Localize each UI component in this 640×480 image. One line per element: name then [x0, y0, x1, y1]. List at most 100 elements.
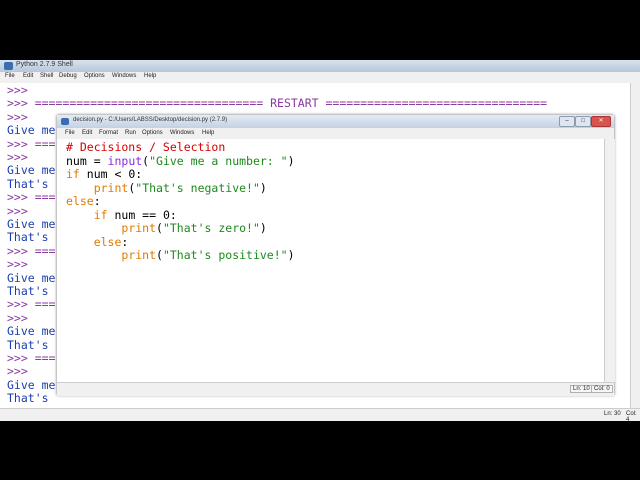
shell-status-line: Ln: 30 [604, 411, 621, 417]
shell-text: >>> === [7, 243, 56, 258]
shell-line: >>> [7, 258, 28, 271]
shell-menu-edit[interactable]: Edit [23, 73, 33, 79]
shell-menu-file[interactable]: File [5, 73, 15, 79]
shell-menu-windows[interactable]: Windows [112, 73, 136, 79]
shell-text: >>> === [7, 297, 56, 312]
shell-line: >>> [7, 203, 28, 218]
shell-text: ================================= RESTAR… [34, 96, 548, 111]
shell-line: Give me [7, 124, 55, 137]
editor-menu-windows[interactable]: Windows [170, 130, 194, 136]
shell-menu-help[interactable]: Help [144, 73, 156, 79]
shell-text: Give me [7, 270, 56, 285]
shell-text: >>> [7, 109, 28, 124]
shell-text: >>> [7, 96, 35, 111]
shell-status-bar: Ln: 30 Col: 4 [0, 408, 640, 423]
shell-line: >>> === [7, 191, 55, 204]
shell-text: Give me [7, 377, 56, 392]
code-line: print("That's positive!") [66, 248, 295, 262]
close-button[interactable]: ✕ [591, 116, 611, 127]
shell-title: Python 2.7.9 Shell [16, 61, 73, 68]
code-token: print [121, 221, 157, 235]
code-token: ) [259, 180, 267, 195]
shell-line: Give me [7, 270, 56, 285]
code-token: num < 0: [79, 167, 143, 181]
maximize-button[interactable]: □ [575, 116, 591, 127]
editor-menu-options[interactable]: Options [142, 130, 163, 136]
code-token: ) [287, 248, 295, 262]
shell-line: >>> [7, 310, 28, 325]
shell-text: That's [7, 284, 49, 298]
python-shell-icon [4, 62, 13, 70]
editor-status-col: Col: 0 [591, 385, 613, 393]
editor-title-bar[interactable]: decision.py - C:/Users/LABSS/Desktop/dec… [57, 115, 614, 128]
shell-line: Give me [7, 164, 55, 177]
minimize-button[interactable]: – [559, 116, 575, 127]
code-token: "Give me a number: " [149, 153, 288, 168]
code-token: : [93, 194, 101, 208]
shell-line: >>> [7, 109, 28, 124]
shell-menu-shell[interactable]: Shell [40, 73, 53, 79]
shell-line: >>> [7, 365, 28, 378]
code-line: if num < 0: [66, 168, 142, 181]
shell-text: >>> === [7, 136, 56, 151]
code-token: ) [259, 221, 267, 235]
editor-scrollbar[interactable] [604, 139, 615, 382]
shell-line: >>> === [7, 298, 55, 311]
code-line: # Decisions / Selection [66, 141, 225, 154]
shell-line: Give me [7, 377, 56, 392]
shell-text: Give me [7, 217, 56, 231]
code-token: num = [66, 153, 108, 168]
editor-window: decision.py - C:/Users/LABSS/Desktop/dec… [57, 115, 615, 396]
editor-menu-run[interactable]: Run [125, 130, 136, 136]
shell-menu-options[interactable]: Options [84, 73, 105, 79]
code-token: # Decisions / Selection [66, 140, 226, 154]
shell-line: >>> === [7, 243, 56, 258]
code-token: "That's positive!" [162, 248, 288, 262]
code-token: if [66, 167, 80, 181]
shell-text: >>> [7, 310, 28, 325]
code-token: num == 0: [107, 207, 177, 222]
shell-scrollbar[interactable] [630, 83, 640, 408]
code-token: "That's negative!" [135, 180, 260, 195]
shell-line: Give me [7, 218, 55, 231]
shell-menu-debug[interactable]: Debug [59, 73, 77, 79]
editor-menu-help[interactable]: Help [202, 130, 214, 136]
editor-menu-format[interactable]: Format [99, 130, 118, 136]
code-token: else [66, 194, 94, 208]
shell-line: That's [7, 176, 49, 191]
shell-line: That's [7, 285, 49, 298]
code-token: : [121, 234, 129, 249]
code-editor-area[interactable]: # Decisions / Selection num = input ( "Give… [57, 139, 604, 382]
shell-text: >>> [7, 203, 28, 218]
code-token: print [121, 248, 157, 262]
shell-text: >>> === [7, 190, 56, 205]
shell-text: That's [7, 176, 49, 191]
shell-line: >>> === [7, 136, 56, 151]
shell-line: That's [7, 231, 49, 244]
editor-status-bar: Ln: 10 Col: 0 [57, 382, 614, 396]
shell-title-bar[interactable]: Python 2.7.9 Shell [0, 60, 640, 72]
editor-menu-file[interactable]: File [65, 130, 75, 136]
editor-menu-edit[interactable]: Edit [82, 130, 92, 136]
code-token: "That's zero!" [162, 221, 260, 235]
shell-status-col: Col: 4 [626, 411, 637, 423]
code-line: print("That's zero!") [66, 221, 267, 235]
code-token: input [107, 153, 143, 168]
shell-line: >>> === [7, 352, 55, 365]
editor-title: decision.py - C:/Users/LABSS/Desktop/dec… [73, 117, 228, 123]
shell-line: >>> [7, 84, 28, 97]
code-line: else: [66, 234, 129, 249]
shell-line: Give me [7, 325, 55, 338]
code-line: print("That's negative!") [66, 180, 267, 195]
code-token: else [93, 234, 122, 249]
shell-line: >>> ================================= RE… [7, 97, 547, 110]
shell-text: Give me [7, 324, 56, 339]
shell-line: >>> [7, 151, 28, 164]
code-token: ( [156, 248, 163, 262]
shell-text: >>> [7, 150, 28, 164]
code-token: if [93, 207, 108, 222]
code-line: else: [66, 195, 101, 208]
